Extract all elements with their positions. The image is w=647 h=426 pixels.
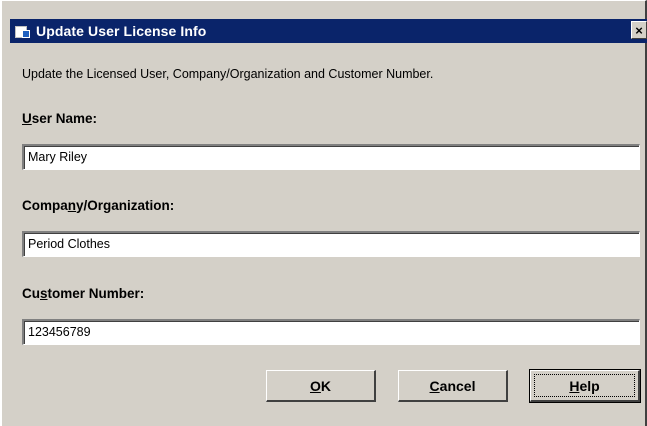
company-field[interactable]: Period Clothes xyxy=(22,231,640,257)
close-button[interactable]: × xyxy=(631,21,647,39)
focus-rect xyxy=(534,374,635,397)
company-label: Company/Organization: xyxy=(22,198,175,213)
help-button[interactable]: Help xyxy=(529,369,641,403)
window-title: Update User License Info xyxy=(36,23,207,39)
description-text: Update the Licensed User, Company/Organi… xyxy=(22,67,434,81)
user-name-field[interactable]: Mary Riley xyxy=(22,144,640,170)
user-name-label: User Name: xyxy=(22,111,98,126)
customer-number-label: Customer Number: xyxy=(22,286,145,301)
customer-number-field[interactable]: 123456789 xyxy=(22,319,640,345)
title-bar[interactable]: Update User License Info × xyxy=(10,19,647,43)
app-license-icon xyxy=(14,24,30,38)
cancel-button[interactable]: Cancel xyxy=(398,370,508,402)
ok-button[interactable]: OK xyxy=(266,370,376,402)
license-dialog: Update User License Info × Update the Li… xyxy=(0,0,647,426)
